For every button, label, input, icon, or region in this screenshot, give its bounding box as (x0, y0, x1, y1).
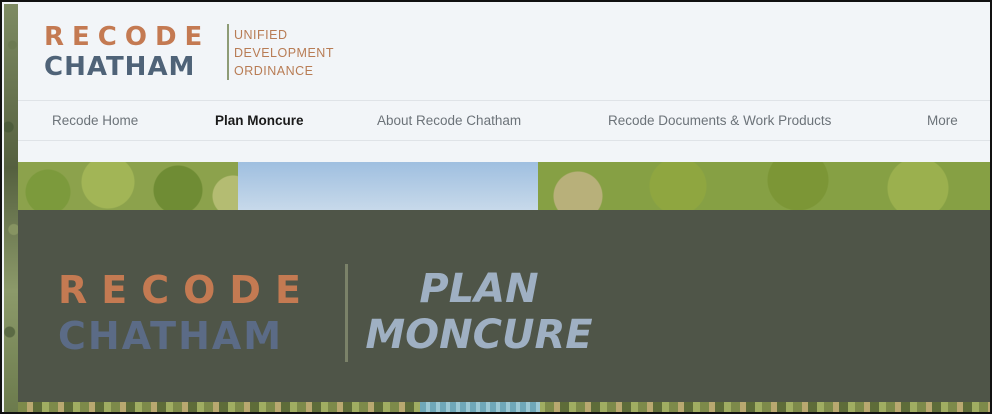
nav-divider-top (18, 100, 990, 101)
hero-photo-trees (538, 162, 990, 210)
nav-item-recode-home[interactable]: Recode Home (52, 113, 138, 128)
logo-subtitle-line: ORDINANCE (234, 64, 314, 78)
logo-recode-text: RECODE (44, 22, 211, 52)
nav-item-documents[interactable]: Recode Documents & Work Products (608, 113, 831, 128)
logo-subtitle-line: UNIFIED (234, 28, 288, 42)
nav-item-about[interactable]: About Recode Chatham (377, 113, 521, 128)
background-photo-edge (4, 4, 18, 412)
logo-chatham-text: CHATHAM (44, 52, 196, 82)
logo-divider (227, 24, 229, 80)
hero-photo-water (420, 402, 540, 412)
banner-title-line: MONCURE (365, 312, 593, 358)
banner-chatham-text: CHATHAM (58, 314, 284, 358)
hero-banner: RECODE CHATHAM PLAN MONCURE (18, 210, 990, 402)
banner-divider (345, 264, 348, 362)
hero-section: RECODE CHATHAM PLAN MONCURE (18, 162, 990, 412)
nav-item-more[interactable]: More (927, 113, 958, 128)
banner-title-line: PLAN (419, 266, 539, 312)
site-header: RECODE CHATHAM UNIFIED DEVELOPMENT ORDIN… (18, 4, 990, 162)
banner-recode-text: RECODE (58, 268, 315, 312)
browser-frame: RECODE CHATHAM UNIFIED DEVELOPMENT ORDIN… (0, 0, 992, 414)
nav-item-plan-moncure[interactable]: Plan Moncure (215, 113, 304, 128)
hero-photo-trees (18, 162, 258, 210)
hero-photo-sky (238, 162, 538, 210)
logo-subtitle: UNIFIED DEVELOPMENT ORDINANCE (234, 26, 334, 80)
nav-divider-bottom (18, 140, 990, 141)
logo-subtitle-line: DEVELOPMENT (234, 46, 334, 60)
main-nav: Recode Home Plan Moncure About Recode Ch… (18, 102, 990, 140)
banner-title: PLAN MONCURE (364, 266, 594, 358)
